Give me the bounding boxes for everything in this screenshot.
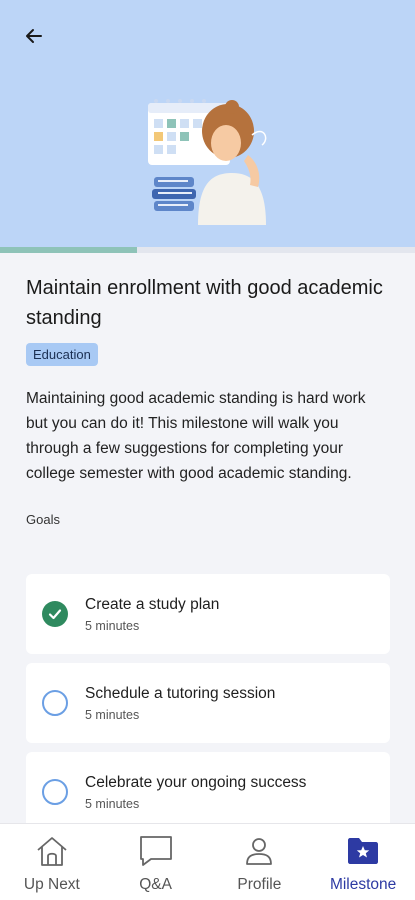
goal-card-schedule-tutoring[interactable]: Schedule a tutoring session 5 minutes <box>26 663 390 743</box>
person-icon <box>246 838 273 865</box>
hero-banner <box>0 0 415 250</box>
milestone-description: Maintaining good academic standing is ha… <box>26 390 366 482</box>
milestone-title: Maintain enrollment with good academic s… <box>26 277 383 329</box>
milestone-content: Maintain enrollment with good academic s… <box>0 253 415 527</box>
student-illustration <box>148 99 267 225</box>
arrow-left-icon <box>26 29 42 43</box>
goal-title: Schedule a tutoring session <box>85 684 276 702</box>
nav-label: Q&A <box>139 876 172 893</box>
nav-label: Up Next <box>23 876 80 893</box>
goals-section-label: Goals <box>26 512 60 527</box>
goal-title: Celebrate your ongoing success <box>85 773 307 791</box>
nav-label: Milestone <box>329 876 397 893</box>
goal-card-create-study-plan[interactable]: Create a study plan 5 minutes <box>26 574 390 654</box>
nav-label: Profile <box>237 876 282 893</box>
goal-duration: 5 minutes <box>85 707 140 722</box>
home-icon <box>37 837 67 866</box>
goal-title: Create a study plan <box>85 595 220 613</box>
nav-item-milestone[interactable]: Milestone <box>311 824 415 900</box>
empty-circle-icon <box>42 690 68 716</box>
category-tag: Education <box>26 343 98 366</box>
chat-bubble-icon <box>139 836 172 866</box>
bottom-navigation: Up Next Q&A Profile Milestone <box>0 823 415 900</box>
nav-item-qa[interactable]: Q&A <box>104 824 208 900</box>
goal-duration: 5 minutes <box>85 796 140 811</box>
back-button[interactable] <box>18 20 50 52</box>
goal-card-celebrate-success[interactable]: Celebrate your ongoing success 5 minutes <box>26 752 390 832</box>
goal-duration: 5 minutes <box>85 618 140 633</box>
checkmark-circle-icon <box>42 601 68 627</box>
nav-item-profile[interactable]: Profile <box>208 824 312 900</box>
nav-item-up-next[interactable]: Up Next <box>0 824 104 900</box>
star-folder-icon <box>348 838 379 864</box>
empty-circle-icon <box>42 779 68 805</box>
